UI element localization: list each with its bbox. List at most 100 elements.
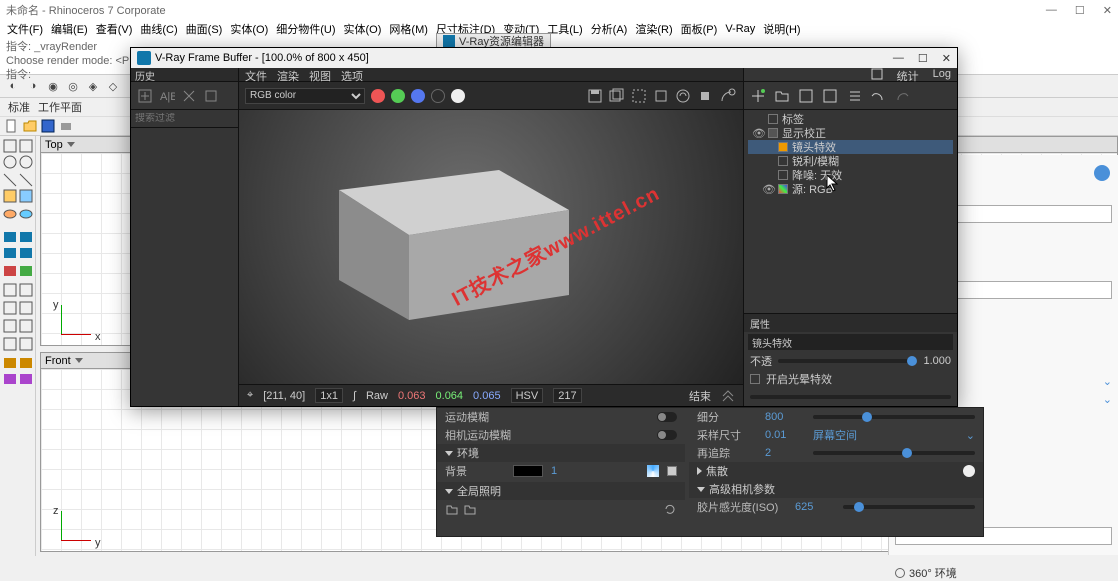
tab-standard[interactable]: 标准 [8,99,30,115]
background-value[interactable]: 1 [551,465,591,477]
chevron-down-icon[interactable] [445,489,453,494]
save-preset-icon[interactable] [798,88,814,104]
menu-options[interactable]: 选项 [341,68,363,81]
save-file-icon[interactable] [40,118,56,134]
background-checkbox[interactable] [667,466,677,476]
region-render-icon[interactable] [631,88,647,104]
folder-out-icon[interactable] [445,502,459,516]
menu-item[interactable]: 实体(O) [341,21,385,37]
add-layer-icon[interactable] [750,88,766,104]
chevron-right-icon[interactable] [697,467,702,475]
mono-channel-icon[interactable] [431,89,445,103]
scroll-track[interactable] [750,395,951,399]
track-mouse-icon[interactable] [653,88,669,104]
pixel-scale[interactable]: 1x1 [315,388,343,403]
vfb-menu[interactable]: 文件 渲染 视图 选项 [239,68,743,82]
menu-item[interactable]: 曲面(S) [183,21,226,37]
chevron-down-icon[interactable]: ⌄ [1103,375,1112,388]
render-last-icon[interactable] [719,88,737,104]
tool-icons-panel[interactable] [2,138,34,538]
menu-item[interactable]: 实体(O) [227,21,271,37]
opacity-value[interactable]: 1.000 [923,355,951,367]
add-icon[interactable] [137,88,153,104]
undo-icon[interactable] [870,88,886,104]
properties-selector[interactable]: 镜头特效 [748,334,953,350]
red-channel-icon[interactable] [371,89,385,103]
save-all-icon[interactable] [609,88,625,104]
tab-stats[interactable]: 统计 [897,68,919,81]
blue-channel-icon[interactable] [411,89,425,103]
close-icon[interactable]: ✕ [942,52,951,65]
folder-in-icon[interactable] [463,502,477,516]
ab-compare-icon[interactable]: A|B [159,88,175,104]
menu-item[interactable]: 查看(V) [93,21,136,37]
vfb-toolbar[interactable]: RGB color [239,82,743,110]
motion-blur-toggle[interactable] [657,412,677,422]
menu-item[interactable]: 文件(F) [4,21,46,37]
layers-tab-icon[interactable] [871,68,883,80]
link-pdplayer-icon[interactable] [675,88,691,104]
retrace-slider[interactable] [813,451,975,455]
toolbar-icon[interactable]: ◇ [104,77,122,95]
menu-item[interactable]: 编辑(E) [48,21,91,37]
close-icon[interactable]: ✕ [1103,4,1112,17]
new-file-icon[interactable] [4,118,20,134]
subdiv-slider[interactable] [813,415,975,419]
sample-size-value[interactable]: 0.01 [765,429,805,441]
vray-frame-buffer-window[interactable]: V-Ray Frame Buffer - [100.0% of 800 x 45… [130,47,958,407]
menu-item[interactable]: 分析(A) [588,21,631,37]
tab-cplane[interactable]: 工作平面 [38,99,82,115]
visibility-icon[interactable]: 👁 [762,183,774,196]
iso-value[interactable]: 625 [795,501,835,513]
iso-slider[interactable] [843,505,975,509]
color-swatch[interactable] [513,465,543,477]
toolbar-icon[interactable]: ◑ [24,77,42,95]
menu-view[interactable]: 视图 [309,68,331,81]
render-icon[interactable] [1092,163,1112,183]
radio-icon[interactable] [895,568,905,578]
alpha-channel-icon[interactable] [451,89,465,103]
chevron-down-icon[interactable] [75,358,83,363]
menu-item[interactable]: 说明(H) [760,21,803,37]
menu-render[interactable]: 渲染 [277,68,299,81]
minimize-icon[interactable]: — [1046,4,1057,17]
chevron-down-icon[interactable] [697,487,705,492]
toolbar-icon[interactable]: ◈ [84,77,102,95]
checkbox-icon[interactable] [768,128,778,138]
render-viewport[interactable]: IT技术之家www.ittel.cn [239,110,743,384]
stop-render-icon[interactable] [697,88,713,104]
load-preset-icon[interactable] [822,88,838,104]
menu-item[interactable]: V-Ray [722,23,758,35]
folder-icon[interactable] [774,88,790,104]
vfb-layers-panel[interactable]: 统计 Log 标签 👁显示校正 镜头特效 锐利/模糊 降噪: 无效 👁源: RG… [743,68,957,406]
menu-file[interactable]: 文件 [245,68,267,81]
chevron-down-icon[interactable] [67,142,75,147]
refresh-icon[interactable] [663,502,677,516]
menu-item[interactable]: 网格(M) [386,21,431,37]
list-icon[interactable] [846,88,862,104]
texture-icon[interactable] [647,465,659,477]
opacity-slider[interactable] [778,359,917,363]
cam-motion-blur-toggle[interactable] [657,430,677,440]
rhino-menubar[interactable]: 文件(F) 编辑(E) 查看(V) 曲线(C) 曲面(S) 实体(O) 细分物件… [0,20,1118,38]
menu-item[interactable]: 曲线(C) [137,21,180,37]
screen-space-link[interactable]: 屏幕空间 [813,427,857,443]
side-toolbox[interactable] [0,136,36,556]
toolbar-icon[interactable]: ◐ [4,77,22,95]
visibility-icon[interactable]: 👁 [752,127,764,140]
chevron-down-icon[interactable]: ⌄ [1103,393,1112,406]
subdiv-value[interactable]: 800 [765,411,805,423]
menu-item[interactable]: 细分物件(U) [273,21,338,37]
tab-log[interactable]: Log [933,68,951,81]
green-channel-icon[interactable] [391,89,405,103]
menu-item[interactable]: 面板(P) [678,21,721,37]
delete-icon[interactable] [181,88,197,104]
chevron-down-icon[interactable] [445,451,453,456]
vray-settings-panel[interactable]: 运动模糊 相机运动模糊 环境 背景 1 全局照明 细分800 采样尺寸0.01屏… [436,407,984,537]
minimize-icon[interactable]: — [893,52,904,65]
expand-icon[interactable] [721,389,735,403]
channel-select[interactable]: RGB color [245,88,365,104]
toolbar-icon[interactable]: ◉ [44,77,62,95]
layer-source[interactable]: 源: RGB [792,181,833,197]
open-file-icon[interactable] [22,118,38,134]
